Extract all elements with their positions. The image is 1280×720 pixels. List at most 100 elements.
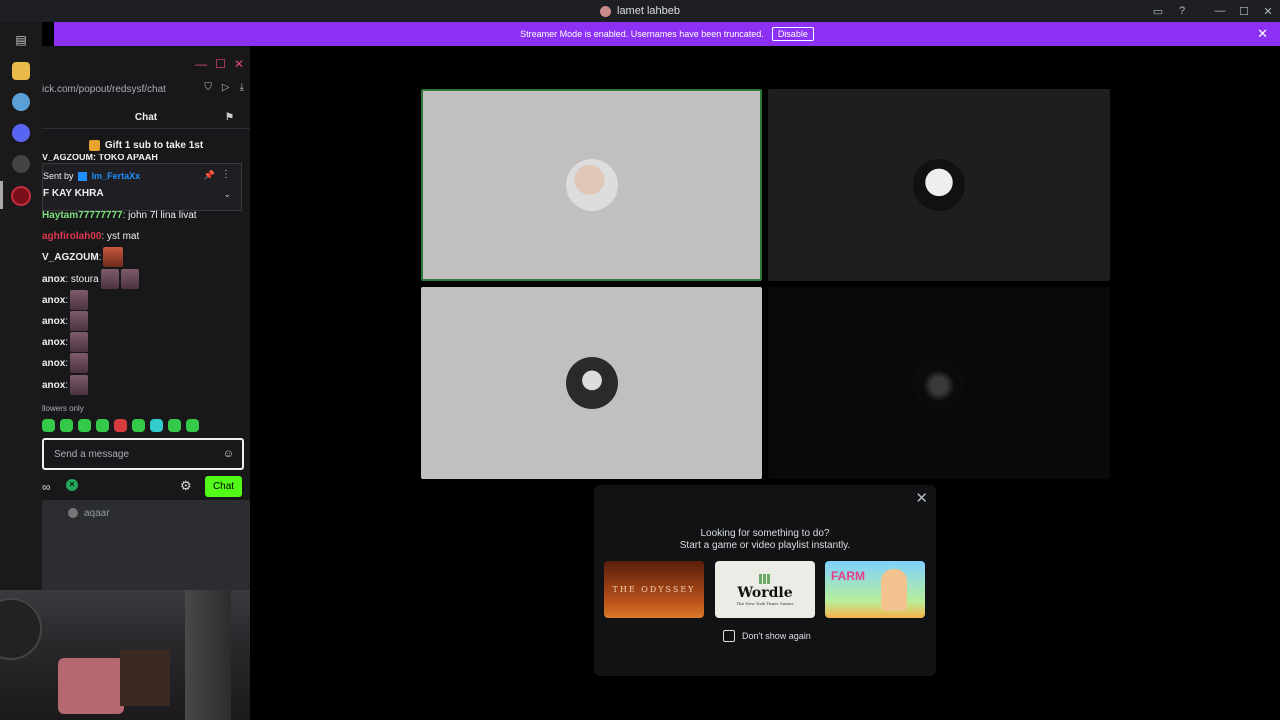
send-icon[interactable]: ▷ (222, 82, 230, 93)
steam-icon[interactable] (12, 93, 30, 111)
popout-close-icon[interactable]: ✕ (234, 57, 244, 71)
kick-logo-icon[interactable]: ✕ (66, 479, 78, 491)
emote-icon[interactable] (70, 375, 89, 395)
chat-text: : yst mat (101, 230, 140, 242)
pinned-text: F KAY KHRA (43, 188, 104, 199)
window-title-text: lamet lahbeb (617, 5, 680, 17)
shield-icon[interactable]: ⛉ (204, 82, 212, 93)
chevron-down-icon[interactable]: ⌄ (223, 189, 231, 200)
chat-text: : (65, 315, 69, 327)
emote-icon[interactable] (120, 269, 139, 289)
emote-icon[interactable] (42, 419, 55, 432)
activity-suggestion-popup: ✕ Looking for something to do? Start a g… (594, 485, 936, 676)
close-window-icon[interactable]: ✕ (1256, 5, 1280, 18)
discord-sidebar-area (42, 526, 250, 590)
participant-avatar (913, 357, 965, 409)
infinity-icon[interactable]: ∞ (42, 480, 51, 494)
chat-header-title: Chat (134, 112, 158, 123)
gear-icon[interactable]: ⚙ (180, 478, 192, 494)
wordle-grid-icon (759, 573, 771, 584)
voice-channel-user[interactable]: aqaar (42, 500, 250, 526)
emote-icon[interactable] (70, 311, 89, 331)
followers-only-notice: llowers only (42, 404, 84, 413)
emote-icon[interactable] (103, 247, 124, 267)
chat-username[interactable]: V_AGZOUM (42, 252, 99, 263)
emote-icon[interactable] (150, 419, 163, 432)
video-tile-speaking[interactable] (421, 89, 762, 281)
emote-icon[interactable] (100, 269, 119, 289)
chat-message-input[interactable]: Send a message ☺ (42, 438, 244, 470)
maximize-icon[interactable]: ☐ (1232, 5, 1256, 18)
pinned-sent-user[interactable]: lm_FertaXx (92, 171, 141, 181)
chat-message: Haytam77777777 : john 7l lina livat (42, 205, 197, 225)
obs-icon[interactable] (12, 155, 30, 173)
pinned-message[interactable]: Sent by lm_FertaXx 📌 ⋮ F KAY KHRA ⌄ (42, 163, 242, 211)
download-icon[interactable]: ⤓ (240, 82, 244, 93)
emote-icon[interactable] (60, 419, 73, 432)
gift-sub-banner[interactable]: Gift 1 sub to take 1st (42, 136, 250, 154)
emote-icon[interactable] (114, 419, 127, 432)
coin-icon (88, 139, 100, 151)
users-icon[interactable]: ⚑ (225, 112, 234, 123)
disable-button[interactable]: Disable (771, 27, 814, 41)
minimize-icon[interactable]: — (1208, 5, 1232, 17)
emote-icon[interactable] (70, 332, 89, 352)
file-explorer-icon[interactable] (12, 62, 30, 80)
emote-icon[interactable] (168, 419, 181, 432)
video-tile[interactable] (768, 287, 1110, 479)
popout-minimize-icon[interactable]: — (195, 57, 207, 71)
chat-text: : stoura (65, 273, 99, 285)
chat-username[interactable]: aghfirolah00 (42, 231, 101, 242)
pinned-sent-label: Sent by (43, 171, 74, 181)
webcam-pillow (58, 658, 124, 714)
webcam-chair (120, 650, 170, 706)
chat-message: anox : (42, 311, 89, 331)
emoji-icon[interactable]: ☺ (223, 448, 234, 460)
chat-username[interactable]: anox (42, 358, 65, 369)
webcam-overlay (0, 590, 250, 720)
participant-avatar (913, 159, 965, 211)
user-badge-icon (78, 172, 88, 182)
title-bar: lamet lahbeb ▭ ? — ☐ ✕ (0, 0, 1280, 22)
emote-icon[interactable] (186, 419, 199, 432)
webcam-fan (0, 598, 42, 660)
address-bar[interactable]: ick.com/popout/redsysf/chat ⛉ ▷ ⤓ (42, 78, 250, 100)
dont-show-again-checkbox[interactable] (723, 630, 735, 642)
popout-maximize-icon[interactable]: ☐ (215, 57, 226, 71)
chat-username[interactable]: anox (42, 316, 65, 327)
chat-message: anox : (42, 353, 89, 373)
help-icon[interactable]: ? (1170, 5, 1194, 17)
video-tile[interactable] (421, 287, 762, 479)
wordle-subtitle: The New York Times Games (736, 600, 794, 606)
more-options-icon[interactable]: ⋮ (221, 169, 231, 180)
inbox-icon[interactable]: ▭ (1146, 5, 1170, 18)
chat-username[interactable]: anox (42, 337, 65, 348)
activity-card-farm[interactable]: FARM (825, 561, 925, 618)
activity-card-wordle[interactable]: Wordle The New York Times Games (715, 561, 815, 618)
chat-text: : john 7l lina livat (122, 209, 197, 221)
chat-input-placeholder: Send a message (54, 449, 130, 460)
pin-icon[interactable]: 📌 (204, 170, 215, 181)
chat-username[interactable]: anox (42, 295, 65, 306)
quick-emote-bar (42, 419, 250, 435)
dont-show-again-label[interactable]: Don't show again (742, 631, 811, 641)
emote-icon[interactable] (70, 353, 89, 373)
banner-close-icon[interactable]: ✕ (1257, 26, 1268, 42)
close-icon[interactable]: ✕ (915, 489, 928, 507)
chat-text: : (65, 357, 69, 369)
send-chat-button[interactable]: Chat (205, 476, 242, 497)
chat-message: anox : (42, 290, 89, 310)
task-view-icon[interactable]: ▤ (12, 31, 30, 49)
emote-icon[interactable] (70, 290, 89, 310)
chat-username[interactable]: anox (42, 380, 65, 391)
record-icon[interactable] (11, 186, 31, 206)
video-tile[interactable] (768, 89, 1110, 281)
emote-icon[interactable] (96, 419, 109, 432)
discord-icon[interactable] (12, 124, 30, 142)
activity-card-odyssey[interactable]: THE ODYSSEY (604, 561, 704, 618)
emote-icon[interactable] (78, 419, 91, 432)
chat-username[interactable]: Haytam77777777 (42, 210, 123, 221)
chat-username[interactable]: anox (42, 274, 65, 285)
popup-subheading: Start a game or video playlist instantly… (679, 540, 851, 551)
emote-icon[interactable] (132, 419, 145, 432)
